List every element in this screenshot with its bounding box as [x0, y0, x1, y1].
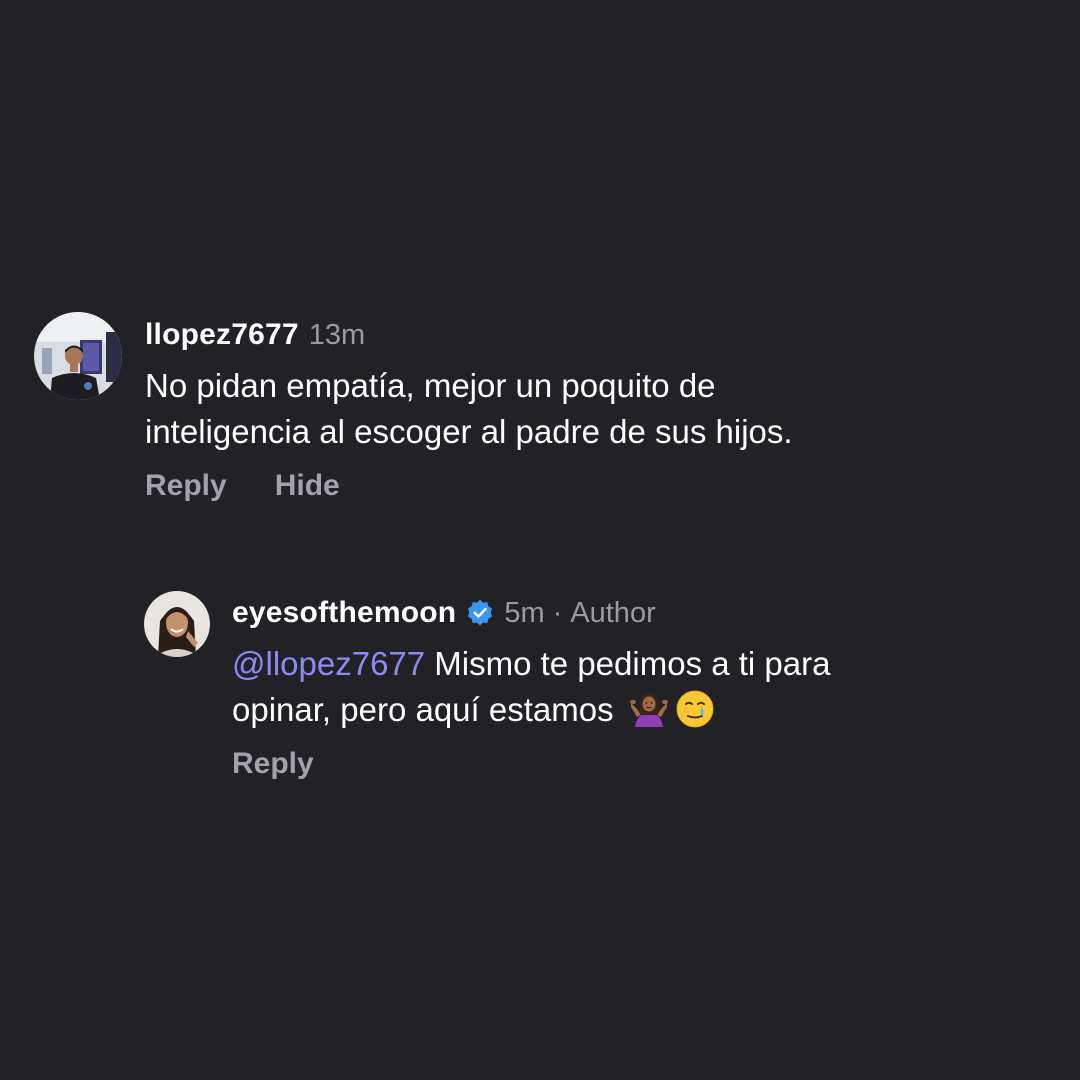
avatar-image: [34, 312, 122, 400]
comment-item: llopez7677 13m No pidan empatía, mejor u…: [34, 312, 965, 503]
timestamp: 5m: [504, 596, 545, 629]
comments-screen: llopez7677 13m No pidan empatía, mejor u…: [0, 0, 1080, 1080]
reply-button[interactable]: Reply: [145, 469, 227, 503]
verified-badge-icon: [466, 599, 494, 627]
avatar-eyesofthemoon[interactable]: [144, 591, 210, 657]
person-shrugging-emoji: [629, 689, 669, 729]
mention-link[interactable]: @llopez7677: [232, 645, 425, 682]
comment-body: llopez7677 13m No pidan empatía, mejor u…: [145, 315, 965, 503]
reply-item: eyesofthemoon 5m · Author @llopez7677 Mi…: [144, 591, 992, 781]
avatar-image: [144, 591, 210, 657]
author-label: Author: [570, 596, 656, 629]
comment-text: No pidan empatía, mejor un poquito de in…: [145, 367, 793, 450]
reply-text: @llopez7677 Mismo te pedimos a ti para o…: [232, 641, 992, 733]
avatar-llopez7677[interactable]: [34, 312, 122, 400]
reply-meta: eyesofthemoon 5m · Author: [232, 593, 992, 633]
username[interactable]: eyesofthemoon: [232, 596, 456, 630]
reply-button[interactable]: Reply: [232, 747, 314, 781]
username[interactable]: llopez7677: [145, 318, 299, 352]
timestamp: 13m: [308, 318, 366, 351]
comment-meta: llopez7677 13m: [145, 315, 965, 355]
reply-actions: Reply: [232, 747, 992, 781]
separator: ·: [552, 596, 563, 629]
comment-actions: Reply Hide: [145, 469, 965, 503]
reply-body: eyesofthemoon 5m · Author @llopez7677 Mi…: [232, 593, 992, 781]
smiling-face-with-tear-emoji: [675, 689, 715, 729]
hide-button[interactable]: Hide: [275, 469, 340, 503]
